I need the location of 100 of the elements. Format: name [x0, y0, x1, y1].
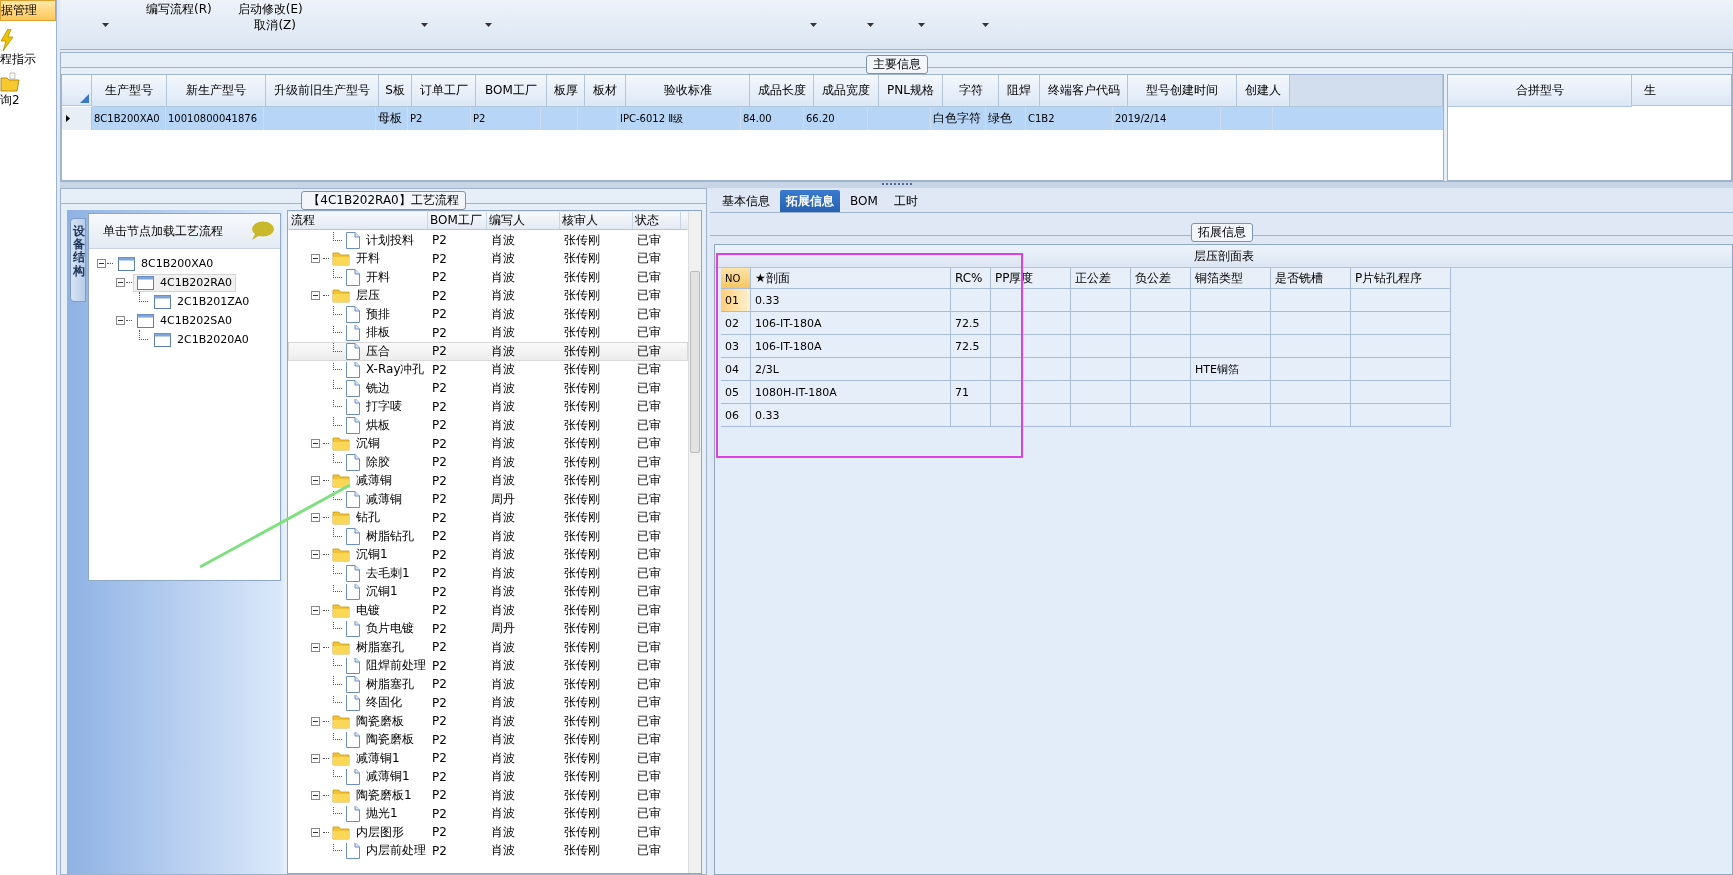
- toolbar-button[interactable]: 取消(Z): [254, 17, 296, 33]
- column-header[interactable]: 型号创建时间: [1128, 75, 1237, 107]
- nav-item[interactable]: 程指示: [0, 29, 56, 72]
- process-row[interactable]: 树脂塞孔 P2 肖波 张传刚 已审: [288, 638, 688, 657]
- column-header[interactable]: PNL规格: [879, 75, 943, 107]
- process-row[interactable]: 负片电镀 P2 周丹 张传刚 已审: [288, 619, 688, 638]
- process-row[interactable]: 钻孔 P2 肖波 张传刚 已审: [288, 508, 688, 527]
- column-header[interactable]: 流程: [289, 212, 428, 229]
- caret-icon[interactable]: [485, 23, 492, 27]
- column-header[interactable]: S板: [379, 75, 412, 107]
- column-header[interactable]: BOM工厂: [428, 212, 487, 229]
- collapse-icon[interactable]: [311, 605, 320, 615]
- column-header[interactable]: 核审人: [560, 212, 633, 229]
- column-header[interactable]: NO: [721, 268, 751, 289]
- column-header[interactable]: 铜箔类型: [1191, 268, 1271, 289]
- caret-icon[interactable]: [421, 23, 428, 27]
- collapse-icon[interactable]: [311, 790, 320, 800]
- collapse-icon[interactable]: [311, 716, 320, 726]
- tab[interactable]: 拓展信息: [780, 190, 840, 212]
- collapse-icon[interactable]: [311, 439, 320, 449]
- tree-node[interactable]: 2C1B2020A0: [150, 330, 253, 349]
- process-row[interactable]: X-Ray冲孔 P2 肖波 张传刚 已审: [288, 360, 688, 379]
- column-header[interactable]: 生产型号: [92, 75, 167, 107]
- process-row[interactable]: 陶瓷磨板 P2 肖波 张传刚 已审: [288, 712, 688, 731]
- process-row[interactable]: 陶瓷磨板1 P2 肖波 张传刚 已审: [288, 786, 688, 805]
- collapse-icon[interactable]: [97, 259, 106, 268]
- process-row[interactable]: 终固化 P2 肖波 张传刚 已审: [288, 693, 688, 712]
- tree-node[interactable]: 4C1B202SA0: [133, 311, 236, 330]
- process-row[interactable]: 减薄铜 P2 肖波 张传刚 已审: [288, 471, 688, 490]
- process-row[interactable]: 抛光1 P2 肖波 张传刚 已审: [288, 804, 688, 823]
- caret-icon[interactable]: [982, 23, 989, 27]
- process-row[interactable]: 计划投料 P2 肖波 张传刚 已审: [288, 231, 688, 250]
- column-header[interactable]: RC%: [951, 268, 991, 289]
- process-row[interactable]: 减薄铜 P2 周丹 张传刚 已审: [288, 490, 688, 509]
- collapse-icon[interactable]: [311, 254, 320, 264]
- column-header[interactable]: ★剖面: [751, 268, 951, 289]
- column-header[interactable]: 编写人: [487, 212, 560, 229]
- column-header[interactable]: 终端客户代码: [1040, 75, 1128, 107]
- column-header[interactable]: 是否铣槽: [1271, 268, 1351, 289]
- column-header[interactable]: 创建人: [1237, 75, 1290, 107]
- column-header[interactable]: 负公差: [1131, 268, 1191, 289]
- column-header[interactable]: 订单工厂: [412, 75, 476, 107]
- tab[interactable]: 基本信息: [716, 190, 776, 212]
- column-header[interactable]: 验收标准: [626, 75, 750, 107]
- collapse-icon[interactable]: [311, 827, 320, 837]
- column-header[interactable]: 状态: [633, 212, 681, 229]
- tab[interactable]: BOM: [844, 190, 884, 212]
- column-header[interactable]: 生: [1632, 75, 1731, 106]
- column-header[interactable]: 正公差: [1071, 268, 1131, 289]
- process-row[interactable]: 压合 P2 肖波 张传刚 已审: [288, 342, 688, 361]
- column-header[interactable]: P片钻孔程序: [1351, 268, 1451, 289]
- process-row[interactable]: 陶瓷磨板 P2 肖波 张传刚 已审: [288, 730, 688, 749]
- process-row[interactable]: 铣边 P2 肖波 张传刚 已审: [288, 379, 688, 398]
- table-row[interactable]: 8C1B200XA0 10010800041876 母板 P2 P2 IPC-6012 Ⅱ级 84.00 66.20 白色字符 绿色 C1B2 2019/2/14: [62, 107, 1443, 130]
- process-row[interactable]: 打字唛 P2 肖波 张传刚 已审: [288, 397, 688, 416]
- column-header[interactable]: 合拼型号: [1448, 75, 1632, 107]
- tree-node[interactable]: 2C1B201ZA0: [150, 292, 254, 311]
- process-row[interactable]: 电镀 P2 肖波 张传刚 已审: [288, 601, 688, 620]
- column-header[interactable]: 板材: [585, 75, 626, 107]
- column-header[interactable]: 升级前旧生产型号: [266, 75, 379, 107]
- column-header[interactable]: 板厚: [547, 75, 585, 107]
- collapse-icon[interactable]: [311, 291, 320, 301]
- vertical-tab[interactable]: 设备结构: [70, 218, 86, 302]
- caret-icon[interactable]: [810, 23, 817, 27]
- collapse-icon[interactable]: [116, 278, 125, 287]
- process-row[interactable]: 内层前处理 P2 肖波 张传刚 已审: [288, 841, 688, 860]
- nav-item[interactable]: 询2: [0, 72, 56, 113]
- process-row[interactable]: 沉铜1 P2 肖波 张传刚 已审: [288, 582, 688, 601]
- process-row[interactable]: 排板 P2 肖波 张传刚 已审: [288, 323, 688, 342]
- collapse-icon[interactable]: [311, 550, 320, 560]
- tab[interactable]: 工时: [887, 190, 924, 212]
- tree-node[interactable]: 8C1B200XA0: [114, 254, 218, 273]
- column-header[interactable]: 字符: [943, 75, 999, 107]
- process-row[interactable]: 开料 P2 肖波 张传刚 已审: [288, 249, 688, 268]
- column-header[interactable]: 成品长度: [750, 75, 814, 107]
- toolbar-button[interactable]: 编写流程(R): [146, 1, 212, 17]
- column-header[interactable]: BOM工厂: [476, 75, 547, 107]
- scrollbar[interactable]: [688, 211, 701, 873]
- process-row[interactable]: 预排 P2 肖波 张传刚 已审: [288, 305, 688, 324]
- column-header[interactable]: 新生产型号: [167, 75, 266, 107]
- collapse-icon[interactable]: [311, 513, 320, 523]
- process-row[interactable]: 除胶 P2 肖波 张传刚 已审: [288, 453, 688, 472]
- process-row[interactable]: 层压 P2 肖波 张传刚 已审: [288, 286, 688, 305]
- process-row[interactable]: 内层图形 P2 肖波 张传刚 已审: [288, 823, 688, 842]
- column-header[interactable]: 成品宽度: [814, 75, 879, 107]
- collapse-icon[interactable]: [311, 753, 320, 763]
- process-row[interactable]: 树脂钻孔 P2 肖波 张传刚 已审: [288, 527, 688, 546]
- caret-icon[interactable]: [918, 23, 925, 27]
- process-row[interactable]: 沉铜1 P2 肖波 张传刚 已审: [288, 545, 688, 564]
- collapse-icon[interactable]: [311, 476, 320, 486]
- caret-icon[interactable]: [102, 23, 109, 27]
- process-row[interactable]: 去毛刺1 P2 肖波 张传刚 已审: [288, 564, 688, 583]
- column-header[interactable]: 阻焊: [999, 75, 1040, 107]
- process-row[interactable]: 减薄铜1 P2 肖波 张传刚 已审: [288, 749, 688, 768]
- collapse-icon[interactable]: [311, 642, 320, 652]
- toolbar-button[interactable]: 启动修改(E): [237, 1, 303, 17]
- process-row[interactable]: 树脂塞孔 P2 肖波 张传刚 已审: [288, 675, 688, 694]
- caret-icon[interactable]: [867, 23, 874, 27]
- process-row[interactable]: 减薄铜1 P2 肖波 张传刚 已审: [288, 767, 688, 786]
- tree-node[interactable]: 4C1B202RA0: [133, 273, 236, 292]
